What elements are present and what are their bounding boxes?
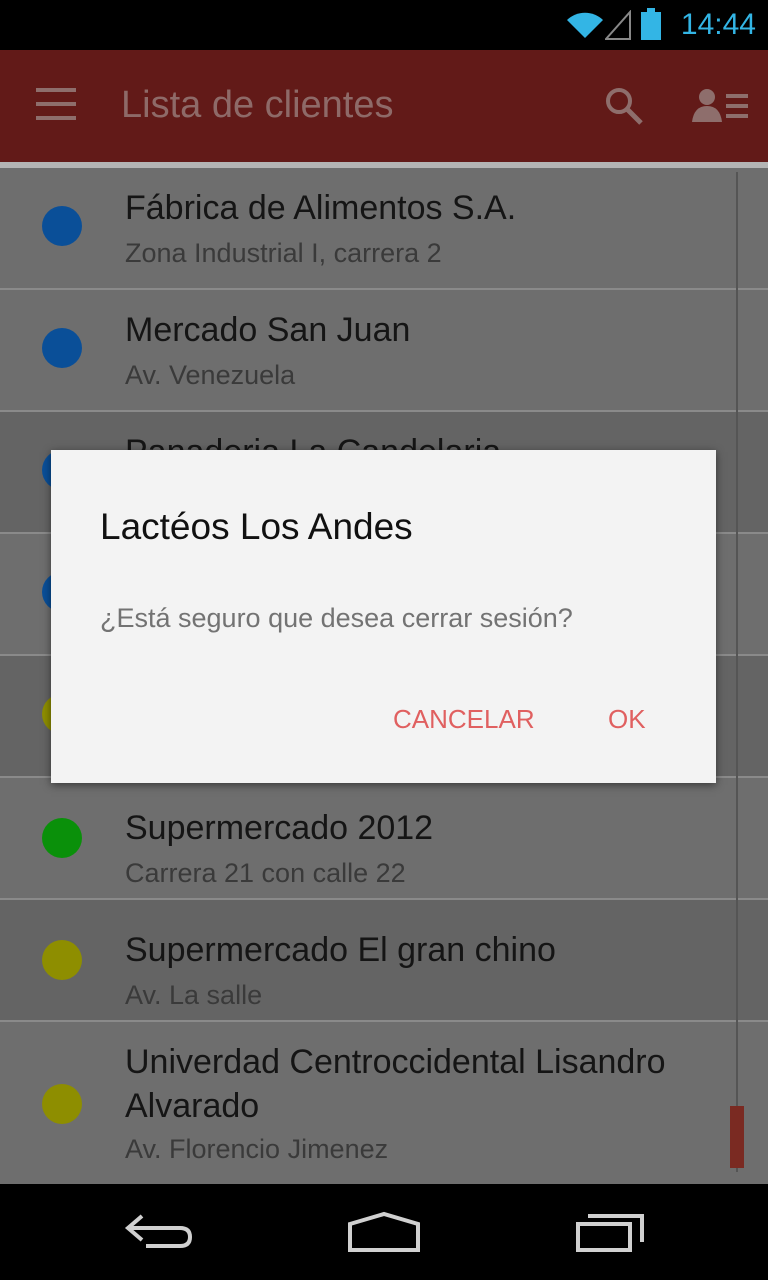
list-item[interactable]: Supermercado El gran chino Av. La salle bbox=[0, 900, 768, 1022]
status-bar: 14:44 bbox=[0, 0, 768, 50]
status-dot bbox=[42, 940, 82, 980]
back-icon[interactable] bbox=[124, 1210, 196, 1254]
search-icon[interactable] bbox=[604, 86, 644, 126]
client-address: Zona Industrial I, carrera 2 bbox=[125, 238, 442, 268]
status-dot bbox=[42, 328, 82, 368]
list-item[interactable]: Univerdad Centroccidental Lisandro Alvar… bbox=[0, 1022, 768, 1184]
client-address: Av. La salle bbox=[125, 980, 263, 1010]
cancel-button[interactable]: CANCELAR bbox=[393, 704, 535, 735]
scrollbar-track bbox=[736, 172, 738, 1172]
signal-icon bbox=[605, 10, 631, 40]
client-name: Supermercado 2012 bbox=[125, 809, 434, 847]
list-item[interactable]: Supermercado 2012 Carrera 21 con calle 2… bbox=[0, 778, 768, 900]
client-address: Av. Florencio Jimenez bbox=[125, 1134, 389, 1164]
list-item[interactable]: Fábrica de Alimentos S.A. Zona Industria… bbox=[0, 168, 768, 290]
app-bar: Lista de clientes bbox=[0, 50, 768, 162]
status-dot bbox=[42, 206, 82, 246]
client-name: Mercado San Juan bbox=[125, 311, 411, 349]
battery-icon bbox=[641, 8, 661, 40]
screen: 14:44 Lista de clientes Fábrica de Alime… bbox=[0, 0, 768, 1280]
ok-button[interactable]: OK bbox=[608, 704, 646, 735]
status-dot bbox=[42, 1084, 82, 1124]
clock: 14:44 bbox=[680, 8, 756, 41]
page-title: Lista de clientes bbox=[121, 84, 394, 126]
home-icon[interactable] bbox=[346, 1210, 422, 1254]
wifi-icon bbox=[567, 12, 603, 38]
nav-bar bbox=[0, 1184, 768, 1280]
logout-dialog: Lactéos Los Andes ¿Está seguro que desea… bbox=[51, 450, 716, 783]
client-name: Univerdad Centroccidental Lisandro Alvar… bbox=[125, 1043, 666, 1125]
client-name: Supermercado El gran chino bbox=[125, 931, 556, 969]
list-item[interactable]: Mercado San Juan Av. Venezuela bbox=[0, 290, 768, 412]
scrollbar-thumb[interactable] bbox=[730, 1106, 744, 1168]
client-address: Av. Venezuela bbox=[125, 360, 296, 390]
client-address: Carrera 21 con calle 22 bbox=[125, 858, 406, 888]
dialog-message: ¿Está seguro que desea cerrar sesión? bbox=[100, 603, 573, 633]
recents-icon[interactable] bbox=[574, 1210, 646, 1254]
status-dot bbox=[42, 818, 82, 858]
profile-list-icon[interactable] bbox=[692, 88, 750, 124]
client-name: Fábrica de Alimentos S.A. bbox=[125, 189, 517, 227]
dialog-title: Lactéos Los Andes bbox=[100, 506, 413, 547]
menu-icon[interactable] bbox=[36, 88, 76, 122]
